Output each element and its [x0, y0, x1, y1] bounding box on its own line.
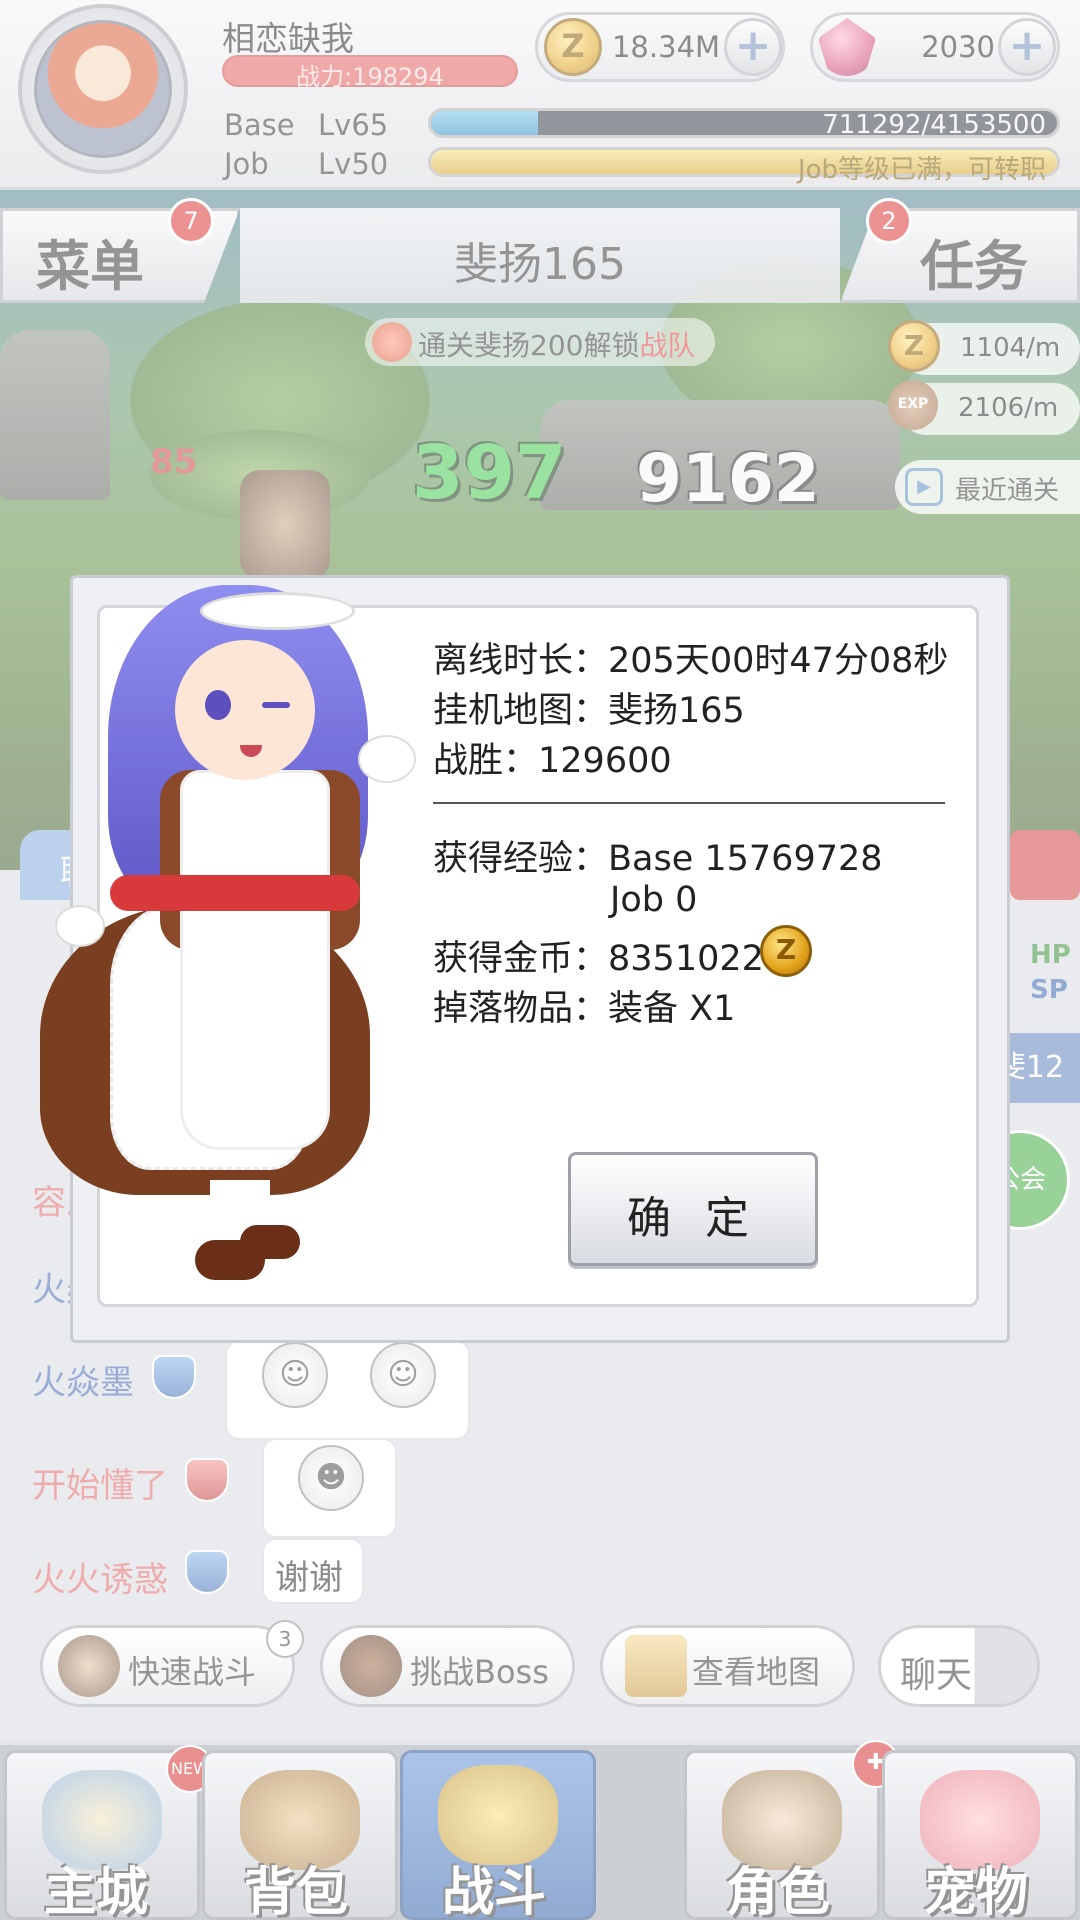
- maid-shoe: [240, 1225, 300, 1259]
- maid-mascot-apron-top: [180, 770, 330, 1150]
- exp-gained-row: 获得经验：Base 15769728: [433, 830, 883, 881]
- item-drop-label: 掉落物品：: [433, 989, 609, 1029]
- zeny-coin-icon: Z: [760, 925, 812, 977]
- maid-eye-wink: [262, 702, 290, 708]
- gold-gained-row: 获得金币：8351022: [433, 930, 764, 981]
- idle-map-row: 挂机地图：斐扬165: [433, 682, 745, 733]
- maid-glove-icon: [358, 735, 416, 783]
- item-drop-row: 掉落物品：装备 X1: [433, 980, 735, 1031]
- maid-eye-open: [205, 690, 231, 720]
- offline-duration-row: 离线时长：205天00时47分08秒: [433, 632, 948, 683]
- wins-value: 129600: [538, 741, 672, 781]
- exp-gained-job: Job 0: [610, 880, 698, 920]
- maid-mascot-headband: [200, 592, 355, 630]
- confirm-label: 确 定: [627, 1193, 759, 1244]
- idle-map-label: 挂机地图：: [433, 691, 609, 731]
- offline-duration-label: 离线时长：: [433, 641, 609, 681]
- idle-map-value: 斐扬165: [608, 691, 745, 731]
- item-drop-value: 装备 X1: [608, 989, 736, 1029]
- wins-row: 战胜：129600: [433, 732, 672, 783]
- gold-gained-label: 获得金币：: [433, 939, 609, 979]
- maid-mascot-face: [175, 640, 315, 780]
- wins-label: 战胜：: [433, 741, 539, 781]
- maid-mascot-sash: [110, 875, 360, 911]
- exp-gained-base: Base 15769728: [608, 839, 883, 879]
- exp-gained-label: 获得经验：: [433, 839, 609, 879]
- dialog-divider: [433, 802, 945, 804]
- maid-glove-icon: [55, 905, 105, 947]
- gold-gained-value: 8351022: [608, 939, 764, 979]
- offline-duration-value: 205天00时47分08秒: [608, 641, 949, 681]
